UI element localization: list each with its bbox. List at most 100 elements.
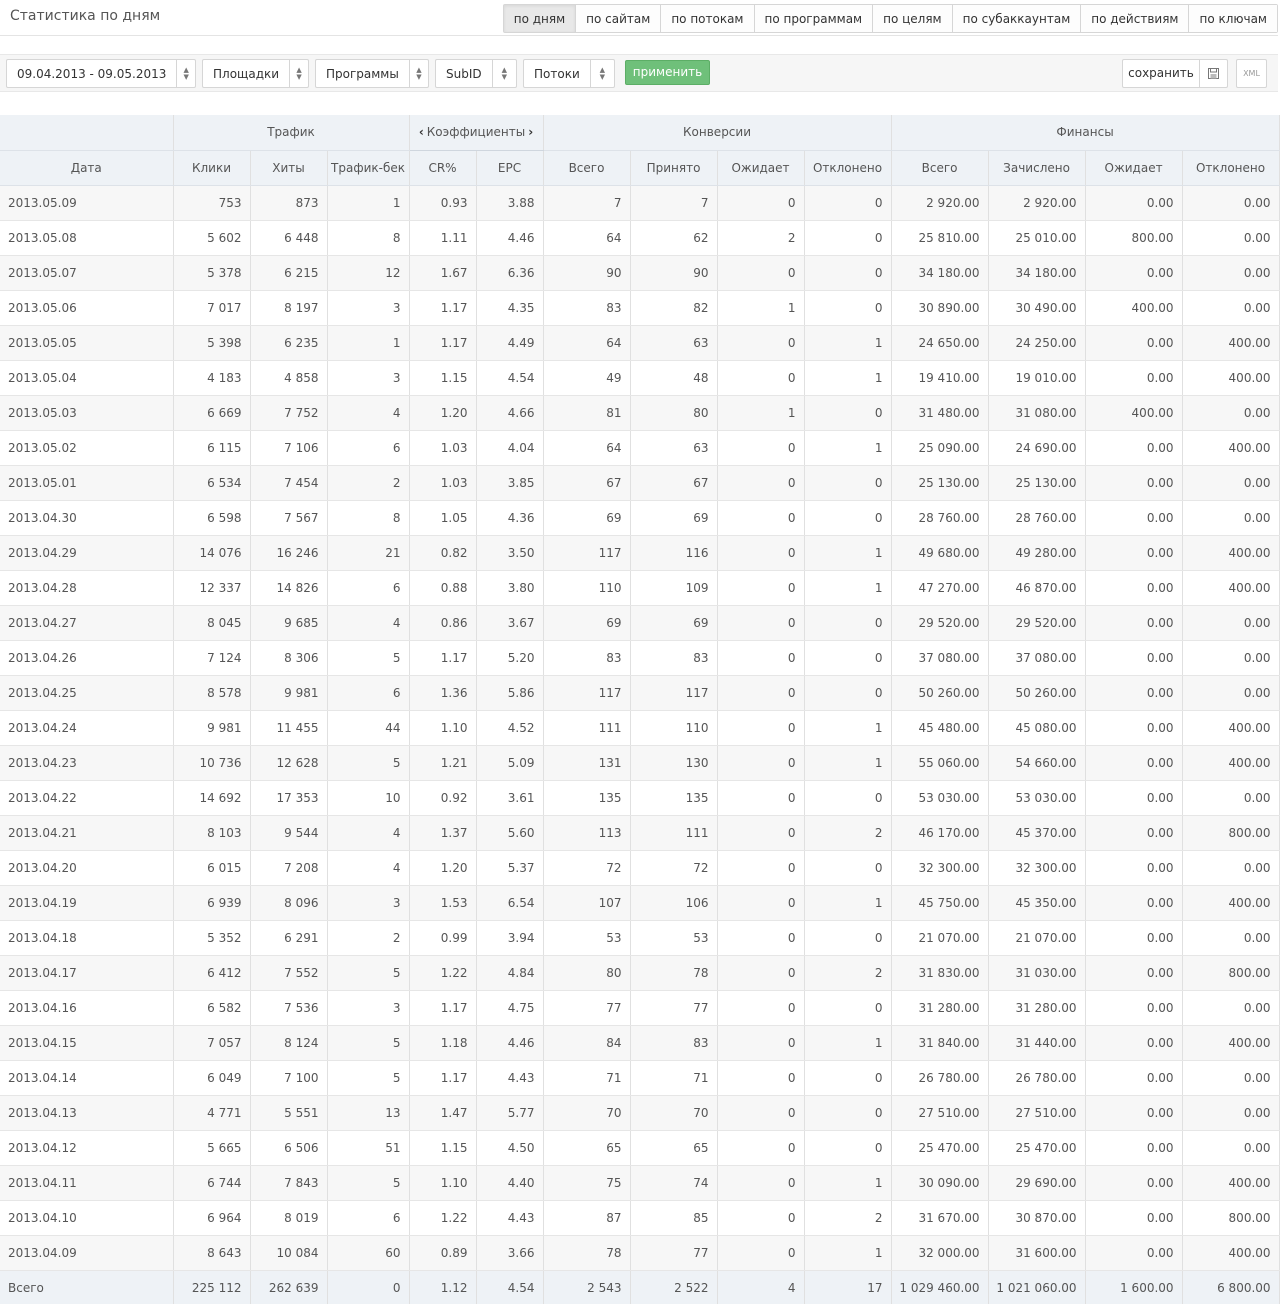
sites-label: Площадки bbox=[213, 66, 280, 81]
column-header[interactable]: Всего bbox=[543, 150, 631, 186]
table-cell: 5.86 bbox=[476, 675, 544, 711]
table-row: 2013.04.19 6 939 8 096 3 1.53 6.54 107 106 0 1 45 … bbox=[0, 885, 1280, 921]
table-row: 2013.04.25 8 578 9 981 6 1.36 5.86 117 117 0 0 50 … bbox=[0, 675, 1280, 711]
view-tab-2[interactable]: по потокам bbox=[660, 5, 754, 32]
column-header[interactable]: Хиты bbox=[250, 150, 328, 186]
table-cell: 30 490.00 bbox=[988, 290, 1086, 326]
table-cell: 32 300.00 bbox=[891, 850, 989, 886]
row-date: 2013.04.19 bbox=[0, 885, 174, 921]
table-cell: 0.00 bbox=[1182, 500, 1280, 536]
up-down-chevron-icon: ▲ ▼ bbox=[176, 60, 195, 87]
table-cell: 0 bbox=[717, 465, 805, 501]
table-cell: 7 017 bbox=[173, 290, 251, 326]
table-cell: 49 680.00 bbox=[891, 535, 989, 571]
row-date: 2013.04.24 bbox=[0, 710, 174, 746]
table-row: 2013.05.03 6 669 7 752 4 1.20 4.66 81 80 1 0 31 48… bbox=[0, 395, 1280, 431]
save-button[interactable]: сохранить bbox=[1122, 59, 1228, 88]
xml-export-button[interactable]: XML bbox=[1236, 59, 1267, 88]
row-date: 2013.04.26 bbox=[0, 640, 174, 676]
view-tab-1[interactable]: по сайтам bbox=[575, 5, 661, 32]
table-cell: 0 bbox=[717, 640, 805, 676]
sites-select[interactable]: Площадки ▲ ▼ bbox=[202, 59, 309, 88]
apply-button[interactable]: применить bbox=[625, 60, 710, 85]
save-label: сохранить bbox=[1128, 66, 1194, 80]
table-cell: 4.46 bbox=[476, 220, 544, 256]
view-tab-7[interactable]: по ключам bbox=[1188, 5, 1277, 32]
up-down-chevron-icon: ▲ ▼ bbox=[589, 60, 614, 87]
totals-cell: 0 bbox=[327, 1270, 410, 1304]
programs-select[interactable]: Программы ▲ ▼ bbox=[315, 59, 429, 88]
table-cell: 4.66 bbox=[476, 395, 544, 431]
table-cell: 0.00 bbox=[1182, 290, 1280, 326]
table-cell: 63 bbox=[630, 325, 718, 361]
table-cell: 7 208 bbox=[250, 850, 328, 886]
table-cell: 0.00 bbox=[1085, 990, 1183, 1026]
table-cell: 106 bbox=[630, 885, 718, 921]
row-date: 2013.04.23 bbox=[0, 745, 174, 781]
table-cell: 16 246 bbox=[250, 535, 328, 571]
table-cell: 0 bbox=[804, 780, 892, 816]
column-header[interactable]: Трафик-бек bbox=[327, 150, 410, 186]
group-header-coefficients[interactable]: ‹ Коэффициенты › bbox=[409, 115, 544, 151]
view-tab-0[interactable]: по дням bbox=[503, 5, 576, 32]
table-cell: 1 bbox=[804, 745, 892, 781]
table-cell: 2 920.00 bbox=[988, 185, 1086, 221]
column-header[interactable]: Зачислено bbox=[988, 150, 1086, 186]
table-cell: 83 bbox=[543, 640, 631, 676]
table-cell: 31 440.00 bbox=[988, 1025, 1086, 1061]
table-cell: 1 bbox=[327, 325, 410, 361]
table-cell: 12 337 bbox=[173, 570, 251, 606]
table-cell: 0.00 bbox=[1182, 255, 1280, 291]
column-header[interactable]: Клики bbox=[173, 150, 251, 186]
table-cell: 0 bbox=[717, 255, 805, 291]
column-header[interactable]: CR% bbox=[409, 150, 477, 186]
table-cell: 109 bbox=[630, 570, 718, 606]
table-cell: 1.67 bbox=[409, 255, 477, 291]
table-cell: 28 760.00 bbox=[891, 500, 989, 536]
column-header[interactable]: Ожидает bbox=[1085, 150, 1183, 186]
table-cell: 0.00 bbox=[1182, 605, 1280, 641]
view-tab-4[interactable]: по целям bbox=[872, 5, 952, 32]
table-row: 2013.05.08 5 602 6 448 8 1.11 4.46 64 62 2 0 25 81… bbox=[0, 220, 1280, 256]
table-cell: 45 080.00 bbox=[988, 710, 1086, 746]
column-header[interactable]: Отклонено bbox=[804, 150, 892, 186]
table-cell: 1.10 bbox=[409, 710, 477, 746]
column-header[interactable]: Дата bbox=[0, 150, 174, 186]
table-cell: 0 bbox=[804, 640, 892, 676]
table-cell: 1.20 bbox=[409, 850, 477, 886]
column-header[interactable]: Отклонено bbox=[1182, 150, 1280, 186]
table-cell: 69 bbox=[543, 605, 631, 641]
table-cell: 0.00 bbox=[1085, 850, 1183, 886]
table-cell: 0.00 bbox=[1182, 640, 1280, 676]
streams-select[interactable]: Потоки ▲ ▼ bbox=[523, 59, 615, 88]
table-cell: 6 bbox=[327, 570, 410, 606]
table-cell: 46 870.00 bbox=[988, 570, 1086, 606]
row-date: 2013.05.02 bbox=[0, 430, 174, 466]
table-cell: 1 bbox=[717, 395, 805, 431]
column-header[interactable]: Принято bbox=[630, 150, 718, 186]
table-cell: 0 bbox=[717, 850, 805, 886]
table-cell: 5.09 bbox=[476, 745, 544, 781]
table-cell: 0.89 bbox=[409, 1235, 477, 1271]
table-cell: 1 bbox=[804, 1235, 892, 1271]
table-cell: 0.00 bbox=[1182, 465, 1280, 501]
chevron-right-icon[interactable]: › bbox=[525, 125, 536, 139]
table-cell: 72 bbox=[630, 850, 718, 886]
table-cell: 5.60 bbox=[476, 815, 544, 851]
view-tab-3[interactable]: по программам bbox=[753, 5, 873, 32]
column-header[interactable]: Ожидает bbox=[717, 150, 805, 186]
table-cell: 0 bbox=[717, 1235, 805, 1271]
table-cell: 53 bbox=[543, 920, 631, 956]
table-cell: 11 455 bbox=[250, 710, 328, 746]
date-range-select[interactable]: 09.04.2013 - 09.05.2013 ▲ ▼ bbox=[6, 59, 196, 88]
column-header[interactable]: Всего bbox=[891, 150, 989, 186]
chevron-left-icon[interactable]: ‹ bbox=[416, 125, 427, 139]
subid-select[interactable]: SubID ▲ ▼ bbox=[435, 59, 517, 88]
column-header[interactable]: EPC bbox=[476, 150, 544, 186]
table-cell: 0.00 bbox=[1085, 1060, 1183, 1096]
table-cell: 85 bbox=[630, 1200, 718, 1236]
table-cell: 0.00 bbox=[1085, 465, 1183, 501]
table-cell: 0.00 bbox=[1085, 605, 1183, 641]
view-tab-6[interactable]: по действиям bbox=[1080, 5, 1189, 32]
view-tab-5[interactable]: по субаккаунтам bbox=[951, 5, 1081, 32]
